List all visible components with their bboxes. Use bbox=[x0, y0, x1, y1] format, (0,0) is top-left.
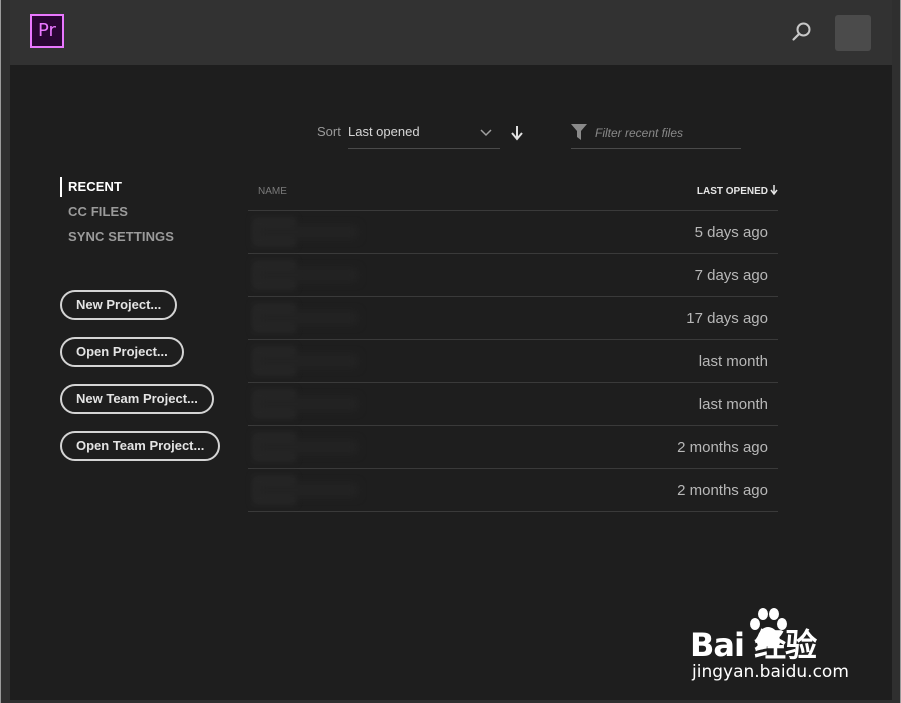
table-row[interactable]: 2 months ago bbox=[248, 469, 778, 512]
file-name-blurred bbox=[258, 225, 358, 239]
nav-item-recent[interactable]: RECENT bbox=[60, 177, 122, 197]
row-last-opened: last month bbox=[698, 353, 768, 370]
open-project-button[interactable]: Open Project... bbox=[60, 337, 184, 367]
row-last-opened: 2 months ago bbox=[677, 482, 768, 499]
paw-icon bbox=[750, 608, 787, 648]
row-last-opened: last month bbox=[698, 396, 768, 413]
table-row[interactable]: last month bbox=[248, 383, 778, 426]
open-team-project-button[interactable]: Open Team Project... bbox=[60, 431, 221, 461]
row-last-opened: 5 days ago bbox=[694, 224, 768, 241]
search-icon[interactable] bbox=[790, 20, 814, 44]
column-header-name[interactable]: NAME bbox=[258, 186, 287, 197]
file-name-blurred bbox=[258, 483, 358, 497]
sort-selected-value: Last opened bbox=[348, 124, 420, 139]
table-row[interactable]: 5 days ago bbox=[248, 211, 778, 254]
chevron-down-icon bbox=[480, 129, 492, 137]
new-project-button[interactable]: New Project... bbox=[60, 290, 178, 320]
table-row[interactable]: last month bbox=[248, 340, 778, 383]
file-name-blurred bbox=[258, 311, 358, 325]
column-header-last-opened[interactable]: LAST OPENED bbox=[697, 185, 778, 197]
filter-recent-files-input[interactable] bbox=[593, 122, 742, 144]
watermark-url: jingyan.baidu.com bbox=[692, 662, 849, 682]
file-name-blurred bbox=[258, 440, 358, 454]
file-name-blurred bbox=[258, 397, 358, 411]
sort-dropdown[interactable]: Last opened bbox=[348, 119, 500, 149]
column-header-last-opened-label: LAST OPENED bbox=[696, 186, 768, 197]
sort-arrow-down-icon bbox=[770, 185, 778, 195]
top-bar: Pr bbox=[10, 0, 892, 65]
new-team-project-button[interactable]: New Team Project... bbox=[60, 384, 214, 414]
filter-icon bbox=[571, 124, 587, 140]
table-row[interactable]: 7 days ago bbox=[248, 254, 778, 297]
file-name-blurred bbox=[258, 354, 358, 368]
user-avatar[interactable] bbox=[835, 15, 871, 51]
row-last-opened: 2 months ago bbox=[677, 439, 768, 456]
sort-label: Sort bbox=[317, 124, 341, 139]
nav-item-cc-files[interactable]: CC FILES bbox=[60, 202, 128, 222]
table-row[interactable]: 17 days ago bbox=[248, 297, 778, 340]
sort-direction-arrow-icon[interactable] bbox=[510, 125, 524, 141]
filter-field bbox=[571, 119, 742, 149]
premiere-logo: Pr bbox=[30, 14, 64, 48]
row-last-opened: 17 days ago bbox=[686, 310, 768, 327]
file-name-blurred bbox=[258, 268, 358, 282]
nav-item-sync-settings[interactable]: SYNC SETTINGS bbox=[60, 227, 174, 247]
row-last-opened: 7 days ago bbox=[694, 267, 768, 284]
window-edge-left bbox=[0, 0, 1, 703]
table-row[interactable]: 2 months ago bbox=[248, 426, 778, 469]
